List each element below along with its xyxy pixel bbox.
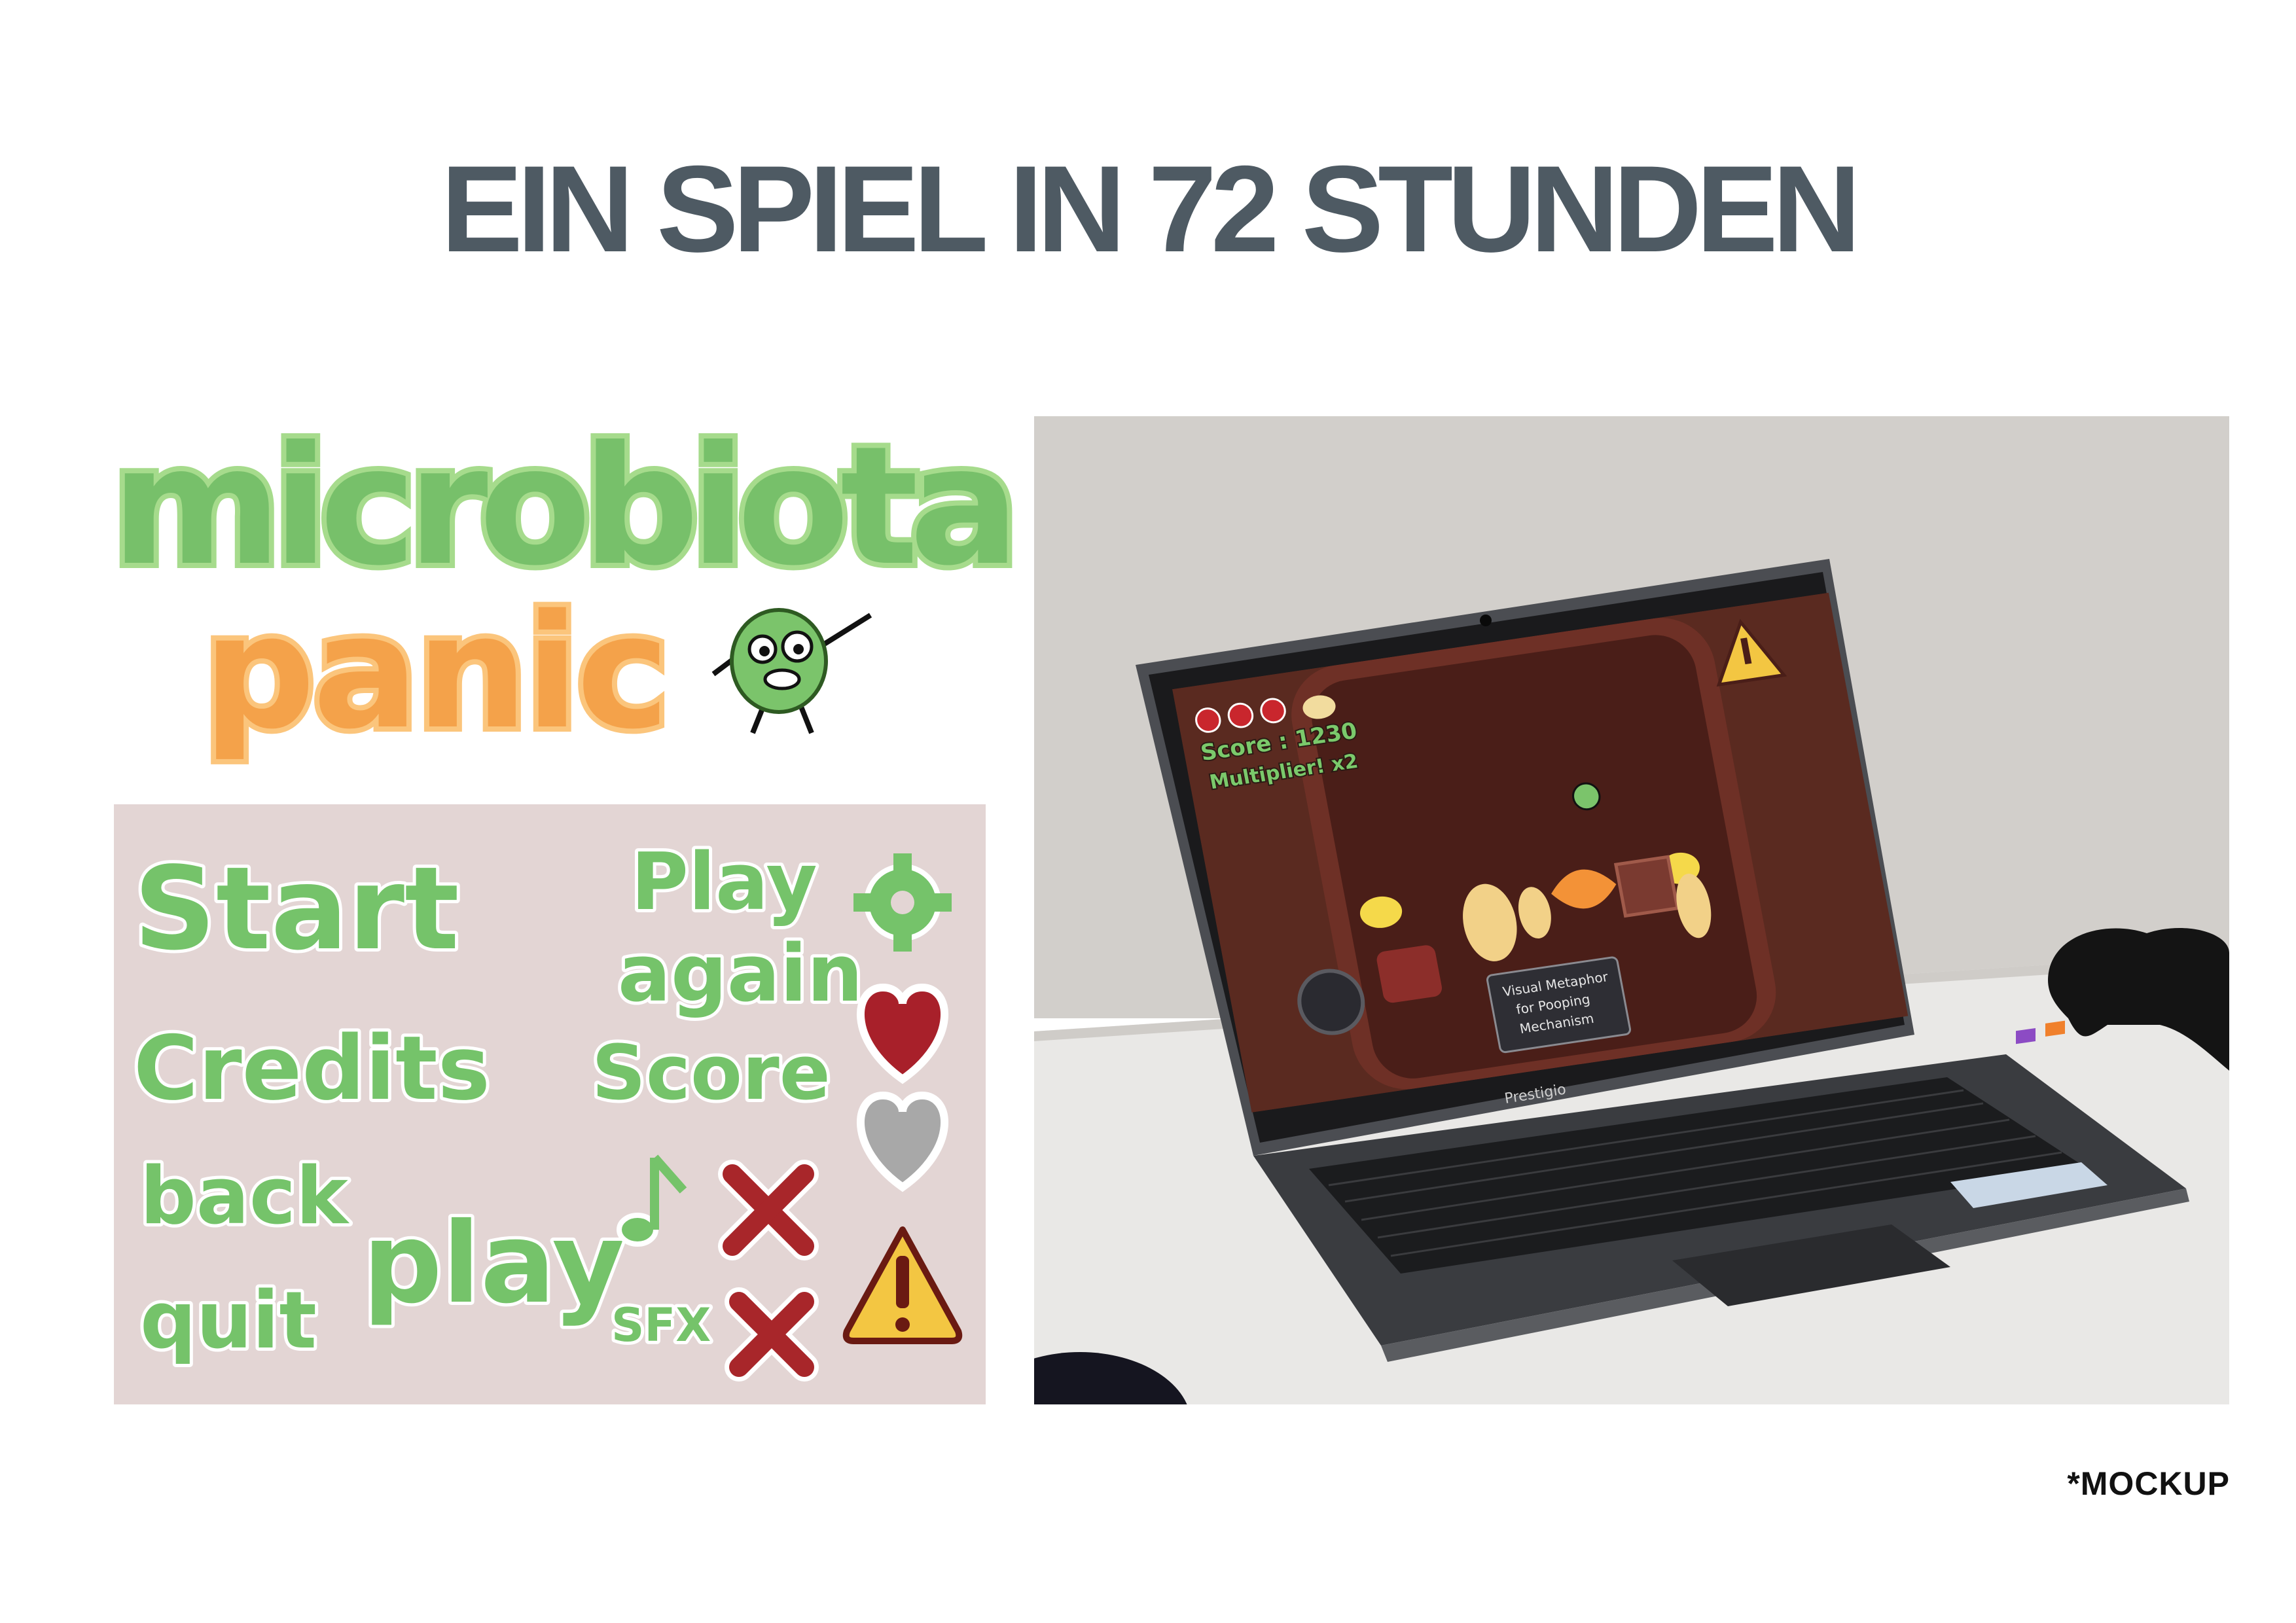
food-chocolate <box>1376 945 1442 1003</box>
asset-sheet-drawing: Start Credits back quit play Play again … <box>130 834 963 1382</box>
logo-word-panic: panic <box>203 580 667 764</box>
webcam <box>1480 615 1492 626</box>
mockup-note: *MOCKUP <box>2067 1465 2230 1502</box>
back-label: back <box>140 1151 350 1242</box>
warning-icon <box>842 1226 963 1344</box>
photo-drawing: Prestigio Score : 1230 Multiplier! x2 Vi… <box>1034 416 2229 1404</box>
game-logo: microbiota panic <box>106 406 1014 769</box>
gear-icon <box>853 853 952 952</box>
logo-word-microbiota: microbiota <box>111 411 1011 601</box>
page-title: EIN SPIEL IN 72 STUNDEN <box>440 140 1861 277</box>
ui-asset-sheet: Start Credits back quit play Play again … <box>114 804 986 1404</box>
food-choco-block <box>1613 855 1679 918</box>
score-label: Score <box>592 1029 831 1117</box>
quit-label: quit <box>140 1275 317 1366</box>
sfx-label: SFX <box>611 1298 711 1352</box>
heart-full-icon <box>857 983 948 1084</box>
laptop-mockup-photo: Prestigio Score : 1230 Multiplier! x2 Vi… <box>1034 416 2229 1404</box>
play-again-label-1: Play <box>631 837 817 928</box>
heart-empty-icon <box>857 1091 948 1192</box>
music-note-icon <box>617 1154 687 1247</box>
start-label: Start <box>134 843 459 976</box>
mute-cross-icon <box>718 1160 819 1260</box>
sfx-cross-icon <box>725 1287 819 1382</box>
play-again-label-2: again <box>618 929 863 1020</box>
mascot-icon <box>711 608 872 734</box>
play-label: play <box>363 1199 624 1329</box>
credits-label: Credits <box>134 1017 490 1120</box>
